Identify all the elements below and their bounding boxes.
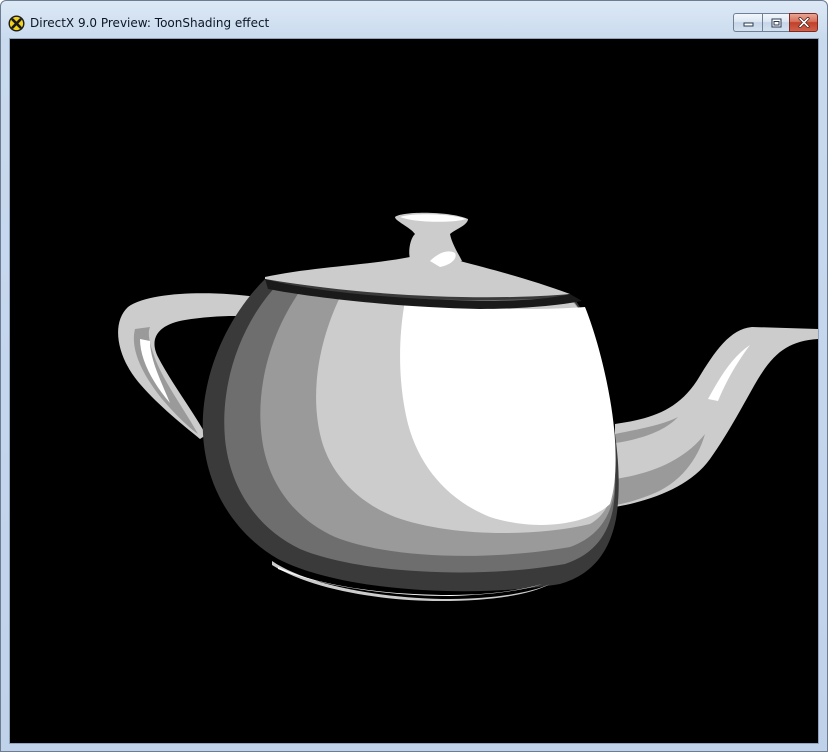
minimize-icon xyxy=(743,22,753,27)
preview-window: DirectX 9.0 Preview: ToonShading effect xyxy=(0,0,828,752)
caption-buttons xyxy=(733,13,818,33)
minimize-button[interactable] xyxy=(733,13,762,32)
title-bar[interactable]: DirectX 9.0 Preview: ToonShading effect xyxy=(1,1,827,37)
maximize-icon xyxy=(771,18,781,27)
render-viewport[interactable] xyxy=(9,38,819,744)
close-button[interactable] xyxy=(789,13,818,32)
directx-icon[interactable] xyxy=(8,15,25,32)
close-icon xyxy=(798,17,809,28)
teapot-body xyxy=(202,279,619,592)
window-title: DirectX 9.0 Preview: ToonShading effect xyxy=(30,16,270,30)
teapot-image xyxy=(10,39,818,743)
maximize-button[interactable] xyxy=(762,13,789,32)
